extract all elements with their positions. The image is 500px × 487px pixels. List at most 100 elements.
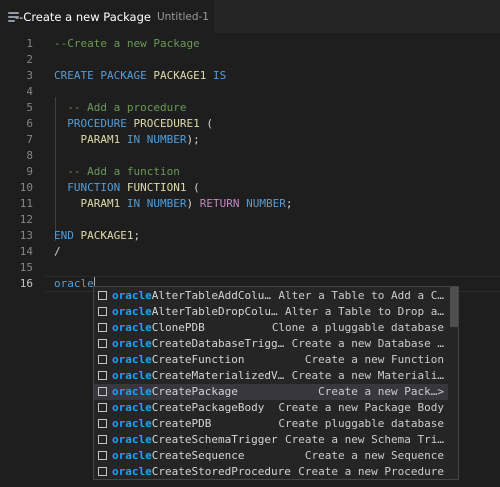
code-line[interactable]: 12 [0, 212, 500, 228]
code-token: ) [186, 197, 200, 210]
suggestion-detail: Create a new Function [304, 353, 444, 366]
suggestion-label: oracleCreateFunction [112, 352, 244, 368]
suggestion-label: oracleCreateSequence [112, 448, 244, 464]
code-token: CREATE PACKAGE [54, 69, 154, 82]
line-number: 11 [19, 197, 33, 210]
suggestion-rest: CreateDatabaseTrigg… [151, 337, 285, 350]
code-line[interactable]: 11 PARAM1 IN NUMBER) RETURN NUMBER; [0, 196, 500, 212]
suggestion-rest: CreateSequence [151, 449, 245, 462]
line-number: 8 [26, 149, 33, 162]
line-code: -- Add a procedure [54, 100, 186, 116]
line-code: PROCEDURE PROCEDURE1 ( [54, 116, 213, 132]
line-number: 9 [26, 165, 33, 178]
suggestion-rest: CreateMaterializedV… [151, 369, 285, 382]
line-code: FUNCTION FUNCTION1 ( [54, 180, 199, 196]
line-code: oracle [54, 276, 95, 292]
suggestion-item[interactable]: oracleAlterTableDropColu… Alter a Table t… [94, 304, 448, 320]
line-number: 12 [19, 213, 33, 226]
suggestion-item[interactable]: oracleCreateMaterializedV… Create a new M… [94, 368, 448, 384]
suggestion-detail: Alter a Table to Add a C… [278, 289, 444, 302]
line-code: / [54, 244, 61, 260]
suggestion-detail: Create a new Schema Tri… [285, 433, 444, 446]
suggestion-detail: Clone a pluggable database [271, 321, 444, 334]
suggest-scrollbar[interactable] [450, 287, 458, 327]
line-code: PARAM1 IN NUMBER); [54, 132, 200, 148]
suggestion-label: oracleClonePDB [112, 320, 205, 336]
code-line[interactable]: 4 [0, 84, 500, 100]
code-token: END [54, 229, 81, 242]
code-token: ( [199, 117, 213, 130]
code-line[interactable]: 6 PROCEDURE PROCEDURE1 ( [0, 116, 500, 132]
suggestion-detail: Create a new Database … [291, 337, 444, 350]
line-number: 5 [26, 101, 33, 114]
code-token: PROCEDURE [67, 117, 134, 130]
suggestion-match: oracle [112, 401, 152, 414]
suggestion-match: oracle [112, 417, 152, 430]
snippet-icon [98, 339, 107, 348]
line-code: PARAM1 IN NUMBER) RETURN NUMBER; [54, 196, 293, 212]
code-line[interactable]: 9 -- Add a function [0, 164, 500, 180]
suggestion-detail: Create a new Sequence [304, 449, 444, 462]
suggestion-item[interactable]: oracleCreateSchemaTrigger Create a new Sc… [94, 432, 448, 448]
code-token: -- Add a procedure [67, 101, 187, 114]
suggestion-detail: Alter a Table to Drop a… [285, 305, 444, 318]
code-token: IN NUMBER [120, 197, 187, 210]
suggestion-item[interactable]: oracleCreateStoredProcedure Create a new … [94, 464, 448, 479]
code-line[interactable]: 13 END PACKAGE1; [0, 228, 500, 244]
suggestion-item[interactable]: oracleCreatePackage Create a new Pack…> [94, 384, 448, 400]
suggestion-detail: Create a new Pack…> [318, 385, 444, 398]
line-number: 15 [19, 261, 33, 274]
suggestion-rest: CreatePDB [151, 417, 212, 430]
suggestion-item[interactable]: oracleCreateSequence Create a new Sequenc… [94, 448, 448, 464]
line-code: CREATE PACKAGE PACKAGE1 IS [54, 68, 226, 84]
suggestion-item[interactable]: oracleCreateFunction Create a new Functio… [94, 352, 448, 368]
code-line[interactable]: 15 [0, 260, 500, 276]
suggestion-label: oracleCreateDatabaseTrigg… [112, 336, 284, 352]
line-number: 14 [19, 245, 33, 258]
code-line[interactable]: 8 [0, 148, 500, 164]
suggestion-match: oracle [112, 465, 152, 478]
suggestion-label: oracleAlterTableDropColu… [112, 304, 278, 320]
suggestion-match: oracle [112, 433, 152, 446]
code-line[interactable]: 10 FUNCTION FUNCTION1 ( [0, 180, 500, 196]
code-line[interactable]: 7 PARAM1 IN NUMBER); [0, 132, 500, 148]
snippet-icon [98, 307, 107, 316]
suggestion-detail: Create pluggable database [278, 417, 444, 430]
code-token: IS [206, 69, 227, 82]
code-line[interactable]: 3 CREATE PACKAGE PACKAGE1 IS [0, 68, 500, 84]
suggestion-match: oracle [112, 337, 152, 350]
suggestion-detail: Create a new Materiali… [291, 369, 444, 382]
editor-tab[interactable]: --Create a new Package Untitled-1 [0, 0, 214, 33]
suggestion-rest: AlterTableAddColu… [151, 289, 271, 302]
suggestion-item[interactable]: oracleCreatePackageBody Create a new Pack… [94, 400, 448, 416]
code-token: NUMBER [239, 197, 286, 210]
tab-bar: --Create a new Package Untitled-1 [0, 0, 500, 33]
suggestion-match: oracle [112, 369, 152, 382]
suggestion-match: oracle [112, 305, 152, 318]
suggest-widget[interactable]: oracleCreateStoredProcedure Create a new … [93, 286, 459, 480]
suggestion-rest: CreateSchemaTrigger [151, 433, 278, 446]
suggestion-label: oracleCreatePackageBody [112, 400, 264, 416]
code-line[interactable]: 2 [0, 52, 500, 68]
code-line[interactable]: 14 / [0, 244, 500, 260]
code-line[interactable]: 1 --Create a new Package [0, 36, 500, 52]
code-token: oracle [54, 277, 94, 290]
snippet-icon [98, 435, 107, 444]
snippet-icon [98, 355, 107, 364]
code-token: -- Add a function [67, 165, 180, 178]
suggestion-item[interactable]: oracleClonePDB Clone a pluggable database [94, 320, 448, 336]
line-number: 1 [26, 37, 33, 50]
suggestion-rest: ClonePDB [151, 321, 205, 334]
code-token: PROCEDURE1 [133, 117, 200, 130]
suggestion-label: oracleCreatePackage [112, 384, 238, 400]
code-line[interactable]: 5 -- Add a procedure [0, 100, 500, 116]
suggestion-item[interactable]: oracleCreatePDB Create pluggable database [94, 416, 448, 432]
suggestion-item[interactable]: oracleCreateDatabaseTrigg… Create a new D… [94, 336, 448, 352]
code-token: IN NUMBER [120, 133, 187, 146]
suggestion-item[interactable]: oracleAlterTableAddColu… Alter a Table to… [94, 288, 448, 304]
code-token: ; [285, 197, 293, 210]
